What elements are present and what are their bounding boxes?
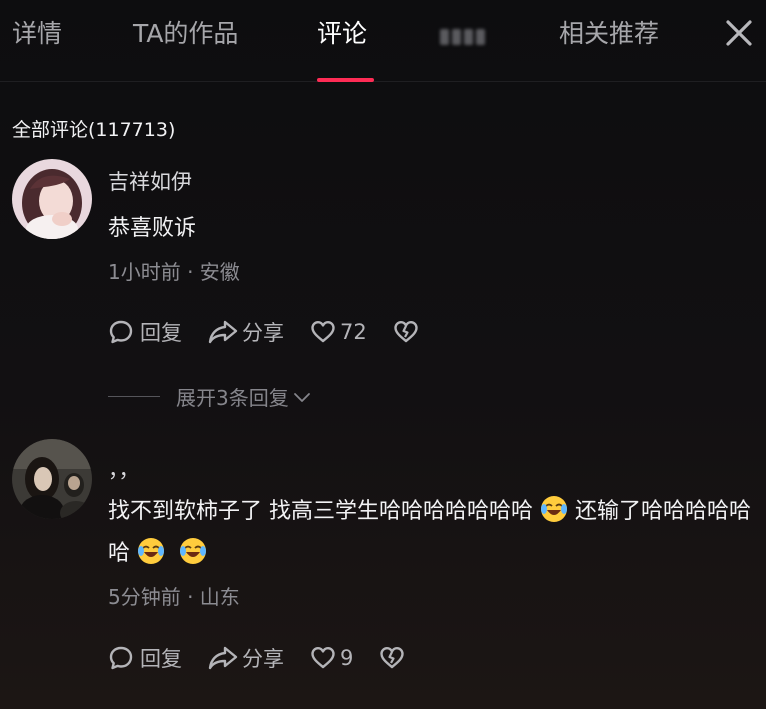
tab-related[interactable]: 相关推荐: [559, 16, 659, 52]
like-button[interactable]: 9: [310, 645, 353, 671]
broken-heart-icon: [394, 321, 418, 343]
active-tab-indicator: [317, 78, 374, 82]
laugh-cry-emoji-icon: [180, 538, 207, 564]
share-label: 分享: [242, 321, 284, 345]
dislike-button[interactable]: [379, 645, 405, 671]
like-count: 9: [340, 646, 354, 670]
reply-label: 回复: [140, 647, 182, 671]
reply-label: 回复: [140, 321, 182, 345]
reply-button[interactable]: 回复: [108, 317, 182, 347]
reply-button[interactable]: 回复: [108, 643, 182, 673]
tab-details[interactable]: 详情: [12, 16, 62, 52]
tab-works[interactable]: TA的作品: [133, 16, 238, 52]
chevron-down-icon: [293, 392, 310, 402]
tab-blurred[interactable]: [440, 26, 492, 48]
share-arrow-icon: [208, 646, 238, 670]
close-button[interactable]: [722, 16, 756, 50]
like-count: 72: [340, 320, 367, 344]
tab-comments[interactable]: 评论: [317, 16, 367, 52]
share-button[interactable]: 分享: [208, 317, 284, 347]
expand-replies-button[interactable]: 展开3条回复: [108, 382, 313, 411]
comment-text-part1: 找不到软柿子了 找高三学生哈哈哈哈哈哈哈: [108, 499, 533, 524]
expand-replies-label: 展开3条回复: [176, 386, 289, 410]
comment-text: 找不到软柿子了 找高三学生哈哈哈哈哈哈哈 还输了哈哈哈哈哈哈: [108, 491, 758, 575]
avatar[interactable]: [12, 159, 92, 239]
laugh-cry-emoji-icon: [138, 538, 165, 564]
comment-actions: 回复 分享 72: [108, 316, 419, 348]
share-label: 分享: [242, 647, 284, 671]
laugh-cry-emoji-icon: [541, 496, 567, 522]
comments-count-title: 全部评论(117713): [12, 119, 176, 141]
comment-username[interactable]: ，，: [108, 455, 140, 485]
comment-meta: 1小时前 · 安徽: [108, 260, 240, 284]
comment-username[interactable]: 吉祥如伊: [108, 167, 192, 197]
avatar[interactable]: [12, 439, 92, 519]
heart-icon: [311, 647, 335, 669]
divider-line: [108, 396, 160, 397]
comment-bubble-icon: [109, 646, 133, 670]
like-button[interactable]: 72: [310, 319, 367, 345]
share-arrow-icon: [208, 320, 238, 344]
broken-heart-icon: [380, 647, 405, 669]
close-icon: [726, 20, 752, 46]
dislike-button[interactable]: [393, 319, 419, 345]
share-button[interactable]: 分享: [208, 643, 284, 673]
comment-actions: 回复 分享 9: [108, 642, 405, 674]
comment-meta: 5分钟前 · 山东: [108, 585, 240, 609]
comment-bubble-icon: [109, 320, 133, 344]
tab-bar: 详情 TA的作品 评论 相关推荐: [0, 0, 766, 82]
heart-icon: [311, 321, 335, 343]
comment-text: 恭喜败诉: [108, 216, 197, 241]
